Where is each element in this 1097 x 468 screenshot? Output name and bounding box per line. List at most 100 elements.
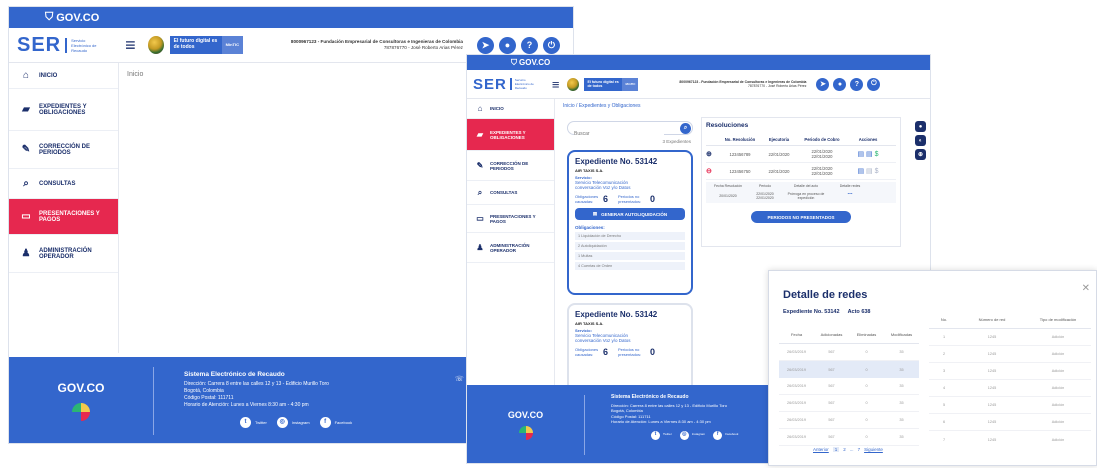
- sidebar-item-administracion[interactable]: ♟ ADMINISTRACIÓN OPERADOR: [467, 233, 554, 263]
- table-row-selected[interactable]: 26/03/2019 567 0 35: [779, 361, 919, 378]
- sidebar-item-presentaciones[interactable]: ▭ PRESENTACIONES Y PAGOS: [467, 205, 554, 233]
- send-icon[interactable]: ➤: [816, 77, 830, 91]
- fecha-cell: 26/03/2019: [786, 384, 806, 388]
- twitter-icon[interactable]: t: [240, 417, 251, 428]
- document-icon: ▤: [592, 211, 598, 216]
- contrast-icon[interactable]: ◐: [915, 135, 926, 146]
- pager-prev[interactable]: Anterior: [813, 447, 829, 452]
- user-icon[interactable]: ●: [498, 36, 516, 54]
- adicionadas-cell: 567: [828, 350, 835, 354]
- sidebar-item-expedientes[interactable]: ▰ EXPEDIENTES Y OBLIGACIONES: [9, 89, 118, 131]
- facebook-icon[interactable]: f: [713, 430, 723, 440]
- logout-icon[interactable]: ⏻: [542, 36, 560, 54]
- twitter-label[interactable]: Twitter: [663, 432, 672, 438]
- col-header: Adicionadas: [820, 332, 843, 337]
- ser-logo[interactable]: SER: [17, 34, 61, 57]
- expediente-card[interactable]: Expediente No. 53142 AIR TAXIS S.A. Serv…: [567, 303, 693, 393]
- periodo-end: 22/01/2020: [811, 171, 833, 176]
- sidebar-item-presentaciones[interactable]: ▭ PRESENTACIONES Y PAGOS: [9, 199, 118, 235]
- pager-next[interactable]: Siguiente: [864, 447, 883, 452]
- logout-icon[interactable]: ⏻: [867, 77, 881, 91]
- instagram-icon[interactable]: ◎: [679, 430, 689, 440]
- table-row[interactable]: ⊕ 123456789 22/01/2020 22/01/2020 22/01/2…: [706, 146, 896, 163]
- document-icon[interactable]: ▤: [857, 151, 864, 158]
- search-box[interactable]: ⌕: [567, 121, 693, 140]
- table-row[interactable]: 26/03/2019 567 0 35: [779, 395, 919, 412]
- facebook-label[interactable]: Facebook: [725, 432, 738, 438]
- expediente-card[interactable]: Expediente No. 53142 AIR TAXIS S.A. Serv…: [567, 150, 693, 295]
- modal-title: Detalle de redes: [783, 289, 868, 301]
- hamburger-menu-icon[interactable]: ≡: [552, 77, 560, 92]
- sidebar-item-inicio[interactable]: ⌂ INICIO: [9, 63, 118, 89]
- ser-logo[interactable]: SER: [473, 76, 507, 93]
- document-icon[interactable]: ▤: [857, 168, 864, 175]
- obligacion-item[interactable]: 1 Liquidación de Derecho: [575, 232, 685, 240]
- search-icon: ⌕: [23, 178, 29, 189]
- instagram-icon[interactable]: ◎: [276, 417, 288, 428]
- sidebar-item-consultas[interactable]: ⌕ CONSULTAS: [9, 169, 118, 199]
- search-input[interactable]: [574, 128, 664, 140]
- user-icon[interactable]: ●: [833, 77, 847, 91]
- floating-actions: ● ◐ ⊕: [915, 121, 926, 160]
- collapse-minus-icon[interactable]: ⊖: [706, 167, 718, 175]
- hamburger-menu-icon[interactable]: ≡: [125, 35, 136, 56]
- sidebar-item-correccion[interactable]: ✎ CORRECCIÓN DE PERIODOS: [9, 131, 118, 169]
- table-row[interactable]: 7 1245 Adición: [929, 431, 1091, 448]
- help-icon[interactable]: ?: [520, 36, 538, 54]
- pager-page[interactable]: 7: [858, 447, 861, 452]
- gov-brand[interactable]: GOV.CO: [519, 58, 550, 67]
- obligacion-item[interactable]: 1 Multas: [575, 252, 685, 260]
- help-icon[interactable]: ●: [915, 121, 926, 132]
- table-row[interactable]: 26/03/2019 567 0 35: [779, 378, 919, 395]
- table-row[interactable]: 4 1245 Adición: [929, 380, 1091, 397]
- table-row[interactable]: ⊖ 123456750 22/01/2020 22/01/2020 22/01/2…: [706, 163, 896, 180]
- gov-logo-icon: ⛉: [45, 11, 54, 23]
- breadcrumb[interactable]: Inicio: [127, 71, 143, 78]
- twitter-label[interactable]: Twitter: [255, 419, 267, 426]
- header-actions: ➤ ● ? ⏻: [476, 36, 560, 54]
- pager-page[interactable]: 1: [832, 447, 840, 452]
- send-icon[interactable]: ➤: [476, 36, 494, 54]
- table-row[interactable]: 6 1245 Adición: [929, 414, 1091, 431]
- dollar-icon[interactable]: $: [875, 168, 879, 175]
- table-row[interactable]: 26/03/2019 567 0 35: [779, 429, 919, 446]
- sidebar-label: EXPEDIENTES Y OBLIGACIONES: [39, 103, 87, 116]
- gov-brand[interactable]: GOV.CO: [56, 12, 99, 24]
- sidebar-item-administracion[interactable]: ♟ ADMINISTRACIÓN OPERADOR: [9, 235, 118, 273]
- zoom-icon[interactable]: ⊕: [915, 149, 926, 160]
- facebook-label[interactable]: Facebook: [335, 419, 353, 426]
- instagram-label[interactable]: Instagram: [692, 432, 705, 438]
- expand-plus-icon[interactable]: ⊕: [706, 150, 718, 158]
- ejecutoria: 22/01/2020: [768, 168, 790, 174]
- facebook-icon[interactable]: f: [319, 417, 331, 428]
- sidebar: ⌂ INICIO ▰ EXPEDIENTES Y OBLIGACIONES ✎ COR…: [9, 63, 119, 353]
- twitter-icon[interactable]: t: [651, 430, 660, 440]
- sidebar-item-inicio[interactable]: ⌂ INICIO: [467, 99, 554, 119]
- pager-page[interactable]: 2: [843, 447, 846, 452]
- sidebar-item-correccion[interactable]: ✎ CORRECCIÓN DE PERIODOS: [467, 151, 554, 181]
- search-icon[interactable]: ⌕: [680, 123, 691, 134]
- close-icon[interactable]: ✕: [1082, 283, 1090, 294]
- network-icon[interactable]: ⌔: [830, 191, 870, 201]
- tipo-cell: Adición: [1051, 369, 1065, 373]
- obligacion-item[interactable]: 4 Cuentas de Orden: [575, 262, 685, 270]
- table-row[interactable]: 26/03/2019 567 0 35: [779, 412, 919, 429]
- table-row[interactable]: 5 1245 Adición: [929, 397, 1091, 414]
- periodos-no-presentados-button[interactable]: PERIODOS NO PRESENTADOS: [751, 211, 851, 223]
- red-cell: 1245: [987, 335, 997, 339]
- table-row[interactable]: 26/03/2019 567 0 35: [779, 344, 919, 361]
- dollar-icon[interactable]: $: [875, 151, 879, 158]
- document-icon[interactable]: ▤: [866, 168, 873, 175]
- table-row[interactable]: 3 1245 Adición: [929, 363, 1091, 380]
- breadcrumb[interactable]: Inicio / Expedientes y Obligaciones: [563, 103, 641, 109]
- generar-autoliquidacion-button[interactable]: ▤ GENERAR AUTOLIQUIDACIÓN: [575, 208, 685, 220]
- obligacion-item[interactable]: 2 Autoliquidación: [575, 242, 685, 250]
- help-icon[interactable]: ?: [850, 77, 864, 91]
- detail-header: Fecha Resolución Periodo Detalle del act…: [708, 184, 894, 188]
- table-row[interactable]: 1 1245 Adición: [929, 329, 1091, 346]
- document-icon[interactable]: ▤: [866, 151, 873, 158]
- table-row[interactable]: 2 1245 Adición: [929, 346, 1091, 363]
- sidebar-item-consultas[interactable]: ⌕ CONSULTAS: [467, 181, 554, 205]
- sidebar-item-expedientes[interactable]: ▰ EXPEDIENTES Y OBLIGACIONES: [467, 119, 554, 151]
- instagram-label[interactable]: Instagram: [292, 419, 310, 426]
